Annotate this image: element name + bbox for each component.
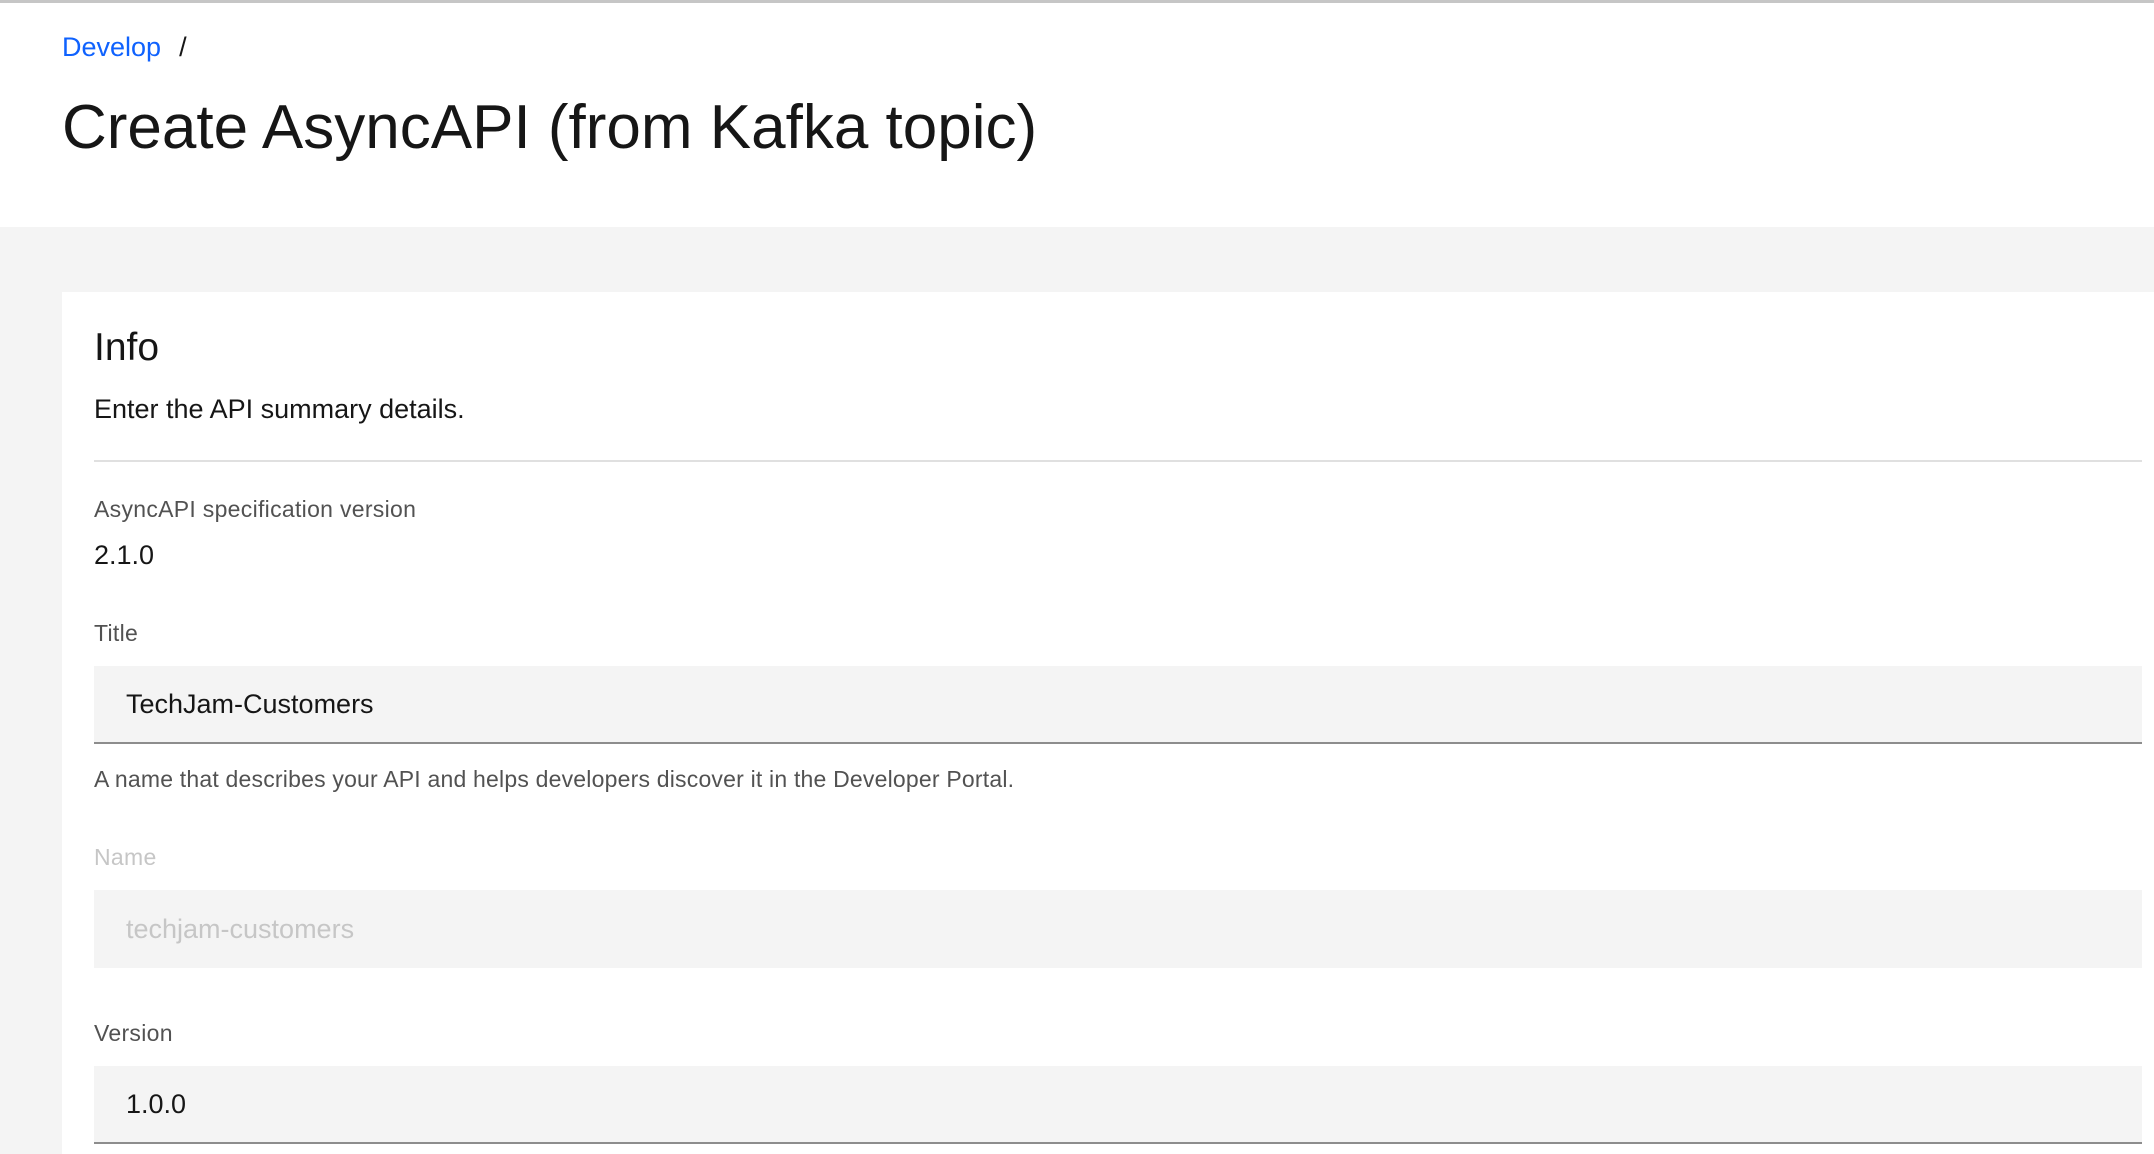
breadcrumb: Develop / — [62, 29, 187, 65]
section-divider — [94, 460, 2142, 462]
page-header: Develop / Create AsyncAPI (from Kafka to… — [0, 3, 2154, 227]
page-title: Create AsyncAPI (from Kafka topic) — [62, 93, 1038, 162]
section-description: Enter the API summary details. — [94, 394, 465, 424]
title-label: Title — [94, 620, 139, 646]
name-label: Name — [94, 844, 157, 870]
breadcrumb-separator: / — [179, 32, 187, 62]
section-title-info: Info — [94, 326, 160, 369]
title-input[interactable] — [94, 666, 2142, 744]
version-label: Version — [94, 1020, 173, 1046]
spec-version-label: AsyncAPI specification version — [94, 496, 417, 522]
title-helper-text: A name that describes your API and helps… — [94, 766, 1015, 792]
version-input[interactable] — [94, 1066, 2142, 1144]
breadcrumb-link-develop[interactable]: Develop — [62, 29, 161, 65]
info-card: Info Enter the API summary details. Asyn… — [62, 292, 2154, 1154]
name-input — [94, 890, 2142, 968]
spec-version-value: 2.1.0 — [94, 540, 155, 570]
